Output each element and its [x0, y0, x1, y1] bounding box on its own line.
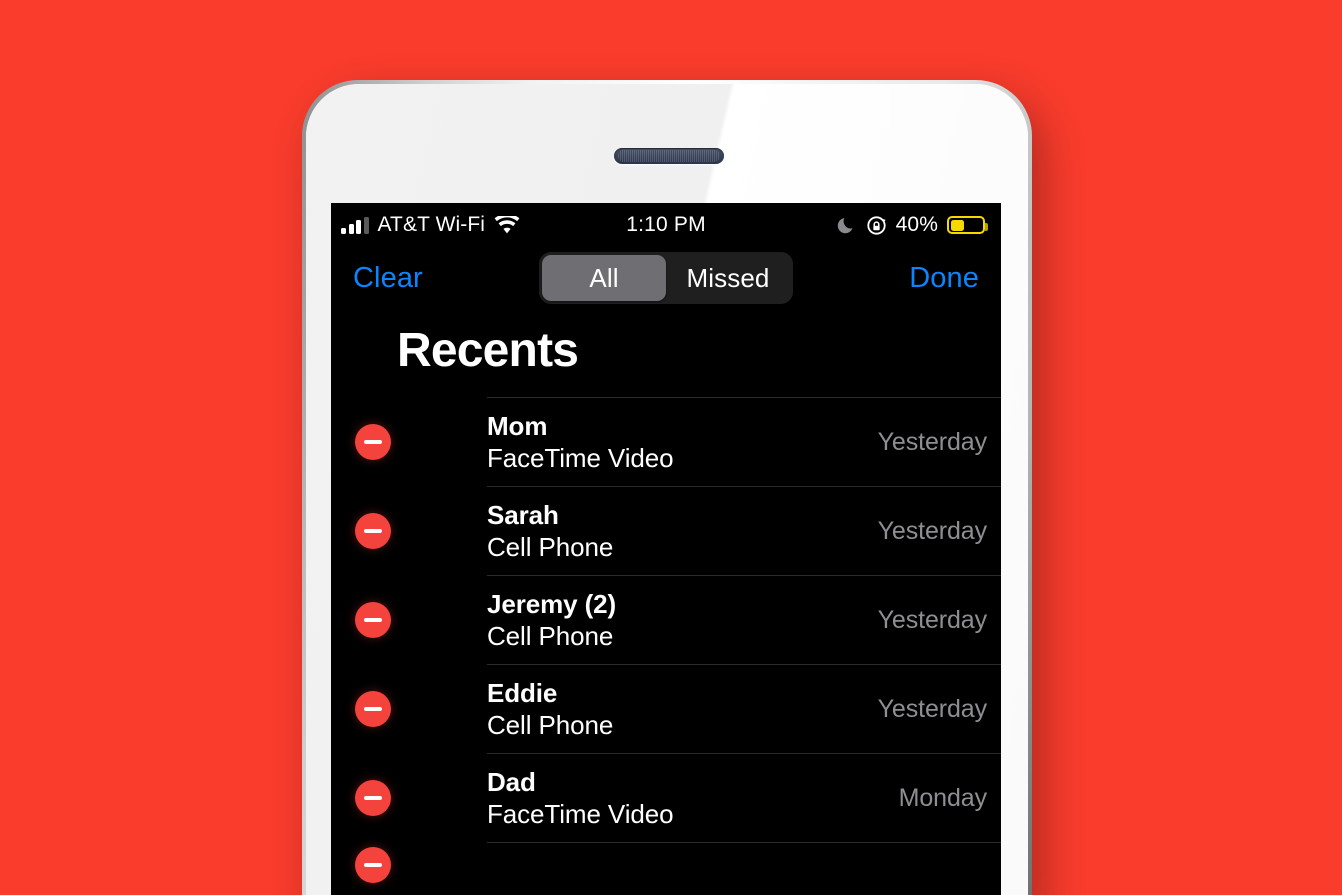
row-text: Mom FaceTime Video	[487, 411, 878, 472]
battery-icon	[947, 216, 988, 234]
phone-screen: AT&T Wi-Fi 1:10 PM 40% Clear All Missed …	[331, 203, 1001, 895]
segment-all[interactable]: All	[542, 255, 666, 301]
done-button[interactable]: Done	[909, 262, 979, 295]
cellular-signal-icon	[341, 216, 369, 234]
recents-call-list: Mom FaceTime Video Yesterday Sarah Cell …	[355, 397, 1001, 887]
call-time: Yesterday	[877, 605, 987, 634]
call-type: Cell Phone	[487, 709, 614, 740]
call-time: Yesterday	[877, 516, 987, 545]
clear-button[interactable]: Clear	[353, 262, 423, 295]
moon-icon	[837, 218, 853, 234]
table-row[interactable]: Dad FaceTime Video Monday	[355, 754, 1001, 843]
call-time: Yesterday	[877, 694, 987, 723]
status-bar-left: AT&T Wi-Fi	[341, 213, 520, 237]
call-type: Cell Phone	[487, 620, 614, 651]
minus-circle-icon[interactable]	[355, 780, 391, 816]
call-type: FaceTime Video	[487, 442, 674, 473]
rotation-lock-icon	[867, 215, 886, 235]
wifi-icon	[494, 215, 520, 233]
row-text: Dad FaceTime Video	[487, 767, 899, 828]
row-text: Eddie Cell Phone	[487, 678, 878, 739]
contact-name: Mom	[487, 411, 548, 442]
contact-name: Sarah	[487, 500, 559, 531]
row-text: Jeremy (2) Cell Phone	[487, 589, 878, 650]
contact-name: Jeremy (2)	[487, 589, 617, 620]
screenshot-canvas: AT&T Wi-Fi 1:10 PM 40% Clear All Missed …	[0, 0, 1342, 895]
table-row[interactable]: Sarah Cell Phone Yesterday	[355, 487, 1001, 576]
page-title: Recents	[397, 324, 579, 377]
table-row[interactable]	[355, 843, 1001, 887]
calls-filter-segmented-control[interactable]: All Missed	[539, 252, 793, 304]
battery-fill	[950, 219, 965, 231]
battery-percentage-label: 40%	[895, 213, 938, 236]
minus-circle-icon[interactable]	[355, 847, 391, 883]
earpiece-speaker-icon	[614, 148, 724, 164]
minus-circle-icon[interactable]	[355, 602, 391, 638]
minus-circle-icon[interactable]	[355, 691, 391, 727]
call-type: Cell Phone	[487, 531, 614, 562]
contact-name: Dad	[487, 767, 536, 798]
table-row[interactable]: Jeremy (2) Cell Phone Yesterday	[355, 576, 1001, 665]
carrier-label: AT&T Wi-Fi	[377, 213, 486, 236]
contact-name: Eddie	[487, 678, 558, 709]
table-row[interactable]: Mom FaceTime Video Yesterday	[355, 398, 1001, 487]
call-time: Monday	[898, 783, 987, 812]
call-time: Yesterday	[877, 427, 987, 456]
table-row[interactable]: Eddie Cell Phone Yesterday	[355, 665, 1001, 754]
earpiece-mesh	[618, 150, 720, 162]
minus-circle-icon[interactable]	[355, 513, 391, 549]
navigation-bar: Clear All Missed Done	[331, 247, 1001, 309]
minus-circle-icon[interactable]	[355, 424, 391, 460]
call-type: FaceTime Video	[487, 798, 674, 829]
status-bar: AT&T Wi-Fi 1:10 PM 40%	[331, 203, 1001, 247]
status-bar-right: 40%	[837, 213, 988, 237]
segment-missed[interactable]: Missed	[666, 255, 790, 301]
row-text: Sarah Cell Phone	[487, 500, 878, 561]
